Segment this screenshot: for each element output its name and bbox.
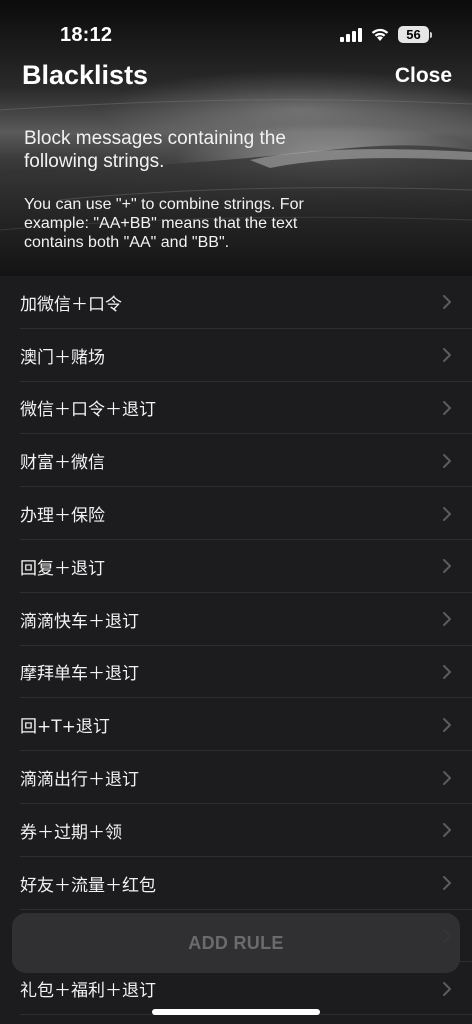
rule-label: 滴滴出行＋退订 [20,770,139,791]
rule-label: 微信＋口令＋退订 [20,400,156,421]
list-item[interactable]: 财富＋微信 [0,434,472,488]
list-item[interactable]: 加微信＋口令 [0,276,472,329]
chevron-right-icon [443,981,451,996]
rule-label: 办理＋保险 [20,506,105,527]
list-item[interactable]: 好友＋流量＋红包 [0,856,472,910]
rule-label: 券＋过期＋领 [20,822,122,843]
list-item[interactable]: 券＋过期＋领 [0,803,472,857]
intro-text: Block messages containing the following … [24,128,286,172]
close-button[interactable]: Close [395,64,452,88]
signal-icon [340,27,362,42]
blacklist-rules-list: 加微信＋口令 澳门＋赌场 微信＋口令＋退订 财富＋微信 办理＋保险 回复＋退订 … [0,276,472,1016]
chevron-right-icon [443,664,451,679]
rule-label: 财富＋微信 [20,453,105,474]
status-bar: 18:12 56 [0,0,472,54]
hint-text: You can use "+" to combine strings. For … [24,196,304,251]
add-rule-button[interactable]: ADD RULE [12,913,460,973]
chevron-right-icon [443,453,451,468]
rule-label: 回+T+退订 [20,717,110,738]
rule-label: 礼包＋福利＋退订 [20,981,156,1002]
status-icons: 56 [340,26,432,43]
rule-label: 加微信＋口令 [20,294,122,315]
rule-label: 澳门＋赌场 [20,347,105,368]
list-item[interactable]: 回+T+退订 [0,698,472,752]
list-item[interactable]: 微信＋口令＋退订 [0,381,472,435]
chevron-right-icon [443,717,451,732]
chevron-right-icon [443,348,451,363]
list-item[interactable]: 办理＋保险 [0,487,472,540]
battery-level: 56 [398,26,429,43]
rule-label: 摩拜单车＋退订 [20,664,139,685]
rule-label: 好友＋流量＋红包 [20,875,156,896]
chevron-right-icon [443,506,451,521]
chevron-right-icon [443,612,451,627]
chevron-right-icon [443,400,451,415]
list-item[interactable]: 滴滴快车＋退订 [0,592,472,646]
chevron-right-icon [443,295,451,310]
wifi-icon [371,28,389,41]
chevron-right-icon [443,559,451,574]
status-time: 18:12 [60,24,113,46]
list-item[interactable]: 回复＋退订 [0,539,472,593]
chevron-right-icon [443,770,451,785]
list-item[interactable]: 滴滴出行＋退订 [0,751,472,804]
list-item[interactable]: 摩拜单车＋退订 [0,645,472,699]
battery-icon: 56 [398,26,432,43]
list-item[interactable]: 澳门＋赌场 [0,328,472,382]
rule-label: 滴滴快车＋退订 [20,611,139,632]
home-indicator [152,1009,320,1015]
chevron-right-icon [443,823,451,838]
page-title: Blacklists [22,60,149,90]
chevron-right-icon [443,876,451,891]
rule-label: 回复＋退订 [20,558,105,579]
